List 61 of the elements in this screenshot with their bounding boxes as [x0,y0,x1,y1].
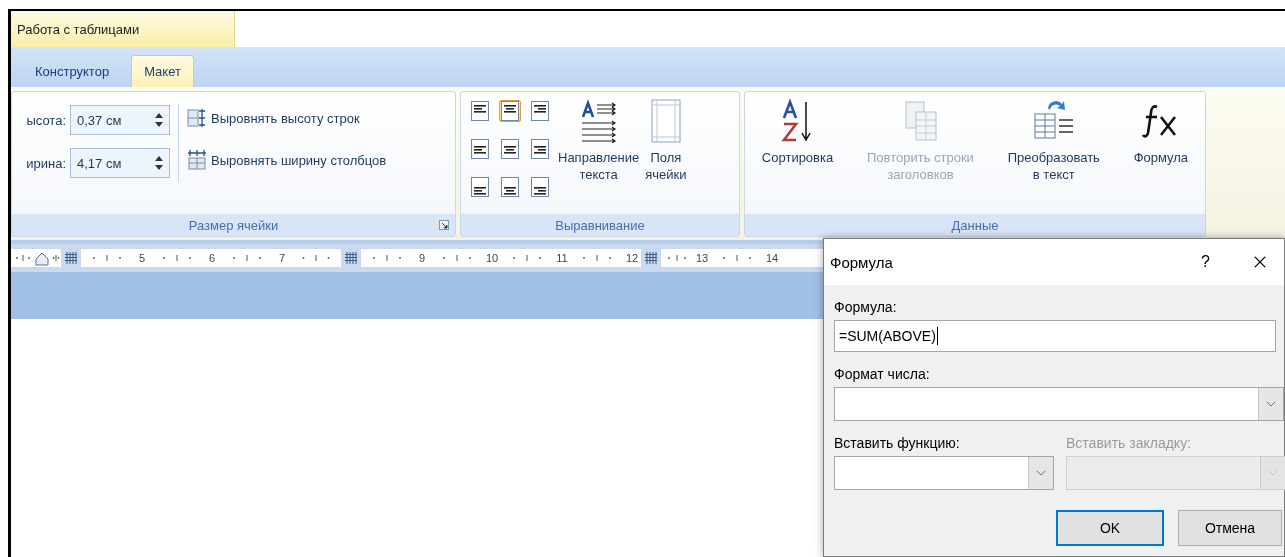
ruler-number: 7 [277,252,287,264]
align-icon [501,139,519,159]
ruler-ticks [51,254,61,262]
dialog-title: Формула [830,253,894,271]
ruler-number: 5 [137,252,147,264]
field-label: Формула: [834,299,898,315]
field-label: ысота: [25,112,66,128]
help-button[interactable]: ? [1201,253,1210,271]
align-icon [471,101,489,121]
ribbon-button[interactable]: Выровнять высоту строк [187,108,387,128]
ribbon-tab[interactable]: Конструктор [23,55,122,87]
spin-arrows-icon[interactable] [155,155,163,171]
distribute-columns-icon [187,150,207,170]
align-button[interactable] [499,138,521,160]
field-label: Вставить функцию: [834,435,961,451]
group-label: Данные [951,217,999,233]
ruler-number: 12 [624,252,640,264]
align-icon [501,101,519,121]
ruler-number: 14 [764,252,780,264]
align-icon [471,177,489,197]
group-label: Выравнивание [555,217,645,233]
ribbon-button[interactable]: Формула [1130,92,1192,167]
align-button[interactable] [499,176,521,198]
ribbon-button[interactable]: Направление текста [555,92,643,184]
ruler-number: 11 [555,252,569,264]
ruler-number: 6 [207,252,217,264]
align-button[interactable] [529,100,551,122]
ruler-number: 10 [484,252,500,264]
formula-input[interactable]: =SUM(ABOVE) [834,320,1276,352]
ribbon-button[interactable]: Поля ячейки [642,92,690,184]
ribbon-button[interactable]: Сортировка [758,92,837,167]
distribute-rows-icon [187,108,207,128]
ribbon-button[interactable]: Выровнять ширину столбцов [187,150,387,170]
spin-arrows-icon[interactable] [155,112,163,128]
field-label: Формат числа: [834,366,931,382]
cell-margins-icon [650,99,681,143]
ribbon-button[interactable]: Преобразовать в текст [1004,92,1103,184]
dialog-button[interactable]: OK [1056,510,1164,546]
dialog-button[interactable]: Отмена [1178,510,1282,546]
align-button[interactable] [469,100,491,122]
spin-field[interactable]: 4,17 см [70,148,170,178]
field-label: ирина: [25,155,66,171]
dialog-launcher-icon[interactable] [439,220,449,230]
align-button[interactable] [469,176,491,198]
align-button[interactable] [499,100,521,122]
ruler-number: 13 [694,252,710,264]
align-button[interactable] [529,176,551,198]
indent-marker-icon[interactable] [35,250,49,266]
align-icon [501,177,519,197]
context-tab-title: Работа с таблицами [11,11,235,47]
spin-field[interactable]: 0,37 см [70,105,170,135]
align-icon [531,177,549,197]
align-button[interactable] [529,138,551,160]
field-label: Вставить закладку: [1066,435,1192,451]
align-icon [531,139,549,159]
align-icon [531,101,549,121]
ruler-number: 9 [417,252,427,264]
ribbon-tab[interactable]: Макет [131,55,194,87]
align-button[interactable] [469,138,491,160]
align-icon [471,139,489,159]
group-label: Размер ячейки [188,217,279,233]
